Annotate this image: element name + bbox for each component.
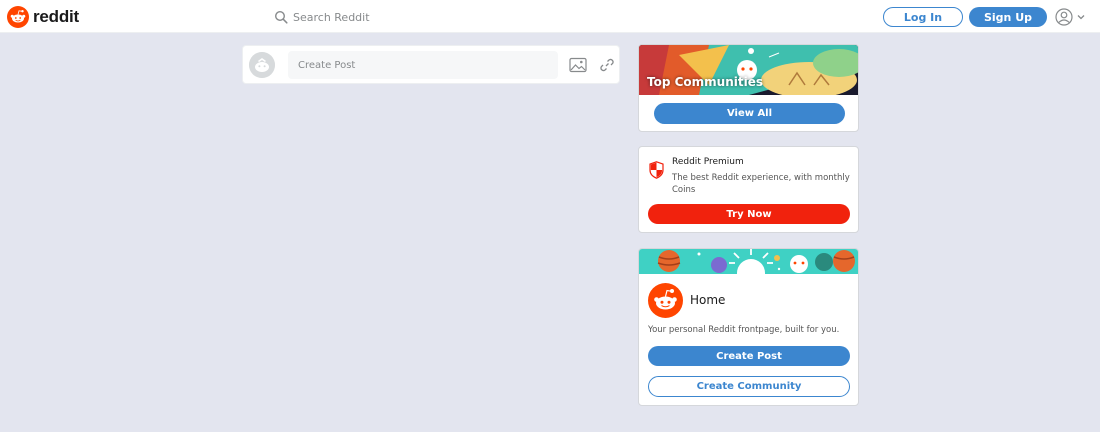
- create-community-button[interactable]: Create Community: [648, 376, 850, 397]
- try-now-button[interactable]: Try Now: [648, 204, 850, 224]
- login-button[interactable]: Log In: [883, 7, 963, 27]
- top-communities-card: Top Communities View All: [638, 44, 859, 132]
- search-input[interactable]: [293, 7, 683, 27]
- search-icon: [274, 10, 288, 24]
- chevron-down-icon: [1077, 15, 1085, 20]
- shield-icon: [649, 161, 664, 179]
- reddit-logo[interactable]: reddit: [7, 6, 79, 28]
- home-banner-illustration: [639, 249, 858, 274]
- home-card: Home Your personal Reddit frontpage, bui…: [638, 248, 859, 406]
- premium-card: Reddit Premium The best Reddit experienc…: [638, 146, 859, 233]
- link-icon[interactable]: [599, 57, 615, 73]
- reddit-snoo-icon: [648, 283, 683, 318]
- view-all-button[interactable]: View All: [654, 103, 845, 124]
- reddit-wordmark: reddit: [33, 7, 80, 26]
- premium-description: The best Reddit experience, with monthly…: [672, 173, 850, 195]
- user-menu-dropdown[interactable]: [1055, 7, 1090, 27]
- user-icon: [1055, 8, 1073, 26]
- avatar[interactable]: [249, 52, 275, 78]
- create-post-button[interactable]: Create Post: [648, 346, 850, 366]
- create-post-bar: [242, 45, 620, 84]
- home-description: Your personal Reddit frontpage, built fo…: [648, 325, 840, 335]
- create-post-input[interactable]: [288, 51, 558, 79]
- top-communities-title: Top Communities: [647, 75, 763, 89]
- search-bar[interactable]: [266, 4, 698, 30]
- top-header: reddit Log In Sign Up: [0, 0, 1100, 33]
- reddit-snoo-icon: [7, 6, 29, 28]
- signup-button[interactable]: Sign Up: [969, 7, 1047, 27]
- snoo-avatar-icon: [249, 52, 275, 78]
- home-banner: [639, 249, 858, 274]
- top-communities-banner: Top Communities: [639, 45, 858, 95]
- premium-title: Reddit Premium: [672, 157, 744, 167]
- image-icon[interactable]: [569, 57, 587, 73]
- home-title: Home: [690, 293, 726, 307]
